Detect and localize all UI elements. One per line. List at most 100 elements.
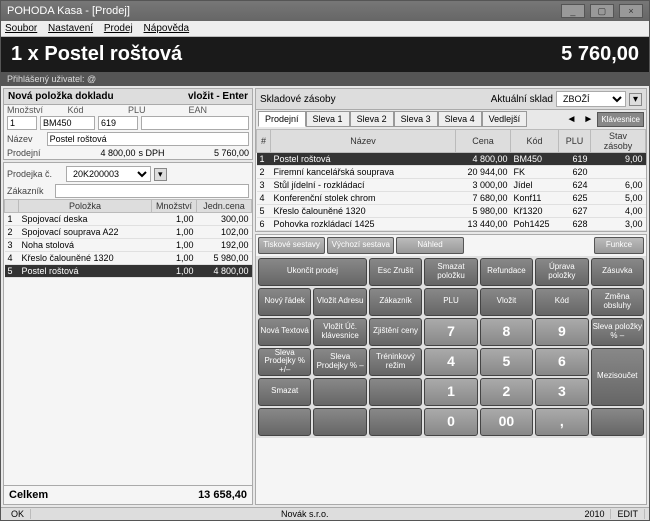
btn-blank5[interactable] bbox=[369, 408, 422, 436]
dropdown-icon[interactable]: ▾ bbox=[629, 93, 642, 106]
table-row[interactable]: 4Křeslo čalouněné 13201,005 980,00 bbox=[5, 252, 252, 265]
key-00[interactable]: 00 bbox=[480, 408, 533, 436]
btn-blank2[interactable] bbox=[369, 378, 422, 406]
input-zakaznik[interactable] bbox=[55, 184, 249, 198]
lbl-plu: PLU bbox=[128, 105, 189, 115]
btn-novy-radek[interactable]: Nový řádek bbox=[258, 288, 311, 316]
status-company: Novák s.r.o. bbox=[31, 509, 578, 519]
table-row[interactable]: 3Stůl jídelní - rozkládací3 000,00Jídel6… bbox=[257, 179, 646, 192]
btn-uprava-polozky[interactable]: Úprava položky bbox=[535, 258, 588, 286]
input-prodejka[interactable]: 20K200003 bbox=[66, 166, 151, 182]
table-row[interactable]: 2Spojovací souprava A221,00102,00 bbox=[5, 226, 252, 239]
input-nazev[interactable] bbox=[47, 132, 249, 146]
btn-blank1[interactable] bbox=[313, 378, 366, 406]
btn-sleva-prodejky-minus[interactable]: Sleva Prodejky % – bbox=[313, 348, 366, 376]
btn-treninkovy-rezim[interactable]: Tréninkový režim bbox=[369, 348, 422, 376]
btn-blank6[interactable] bbox=[591, 408, 644, 436]
menu-nastaveni[interactable]: Nastavení bbox=[48, 23, 93, 34]
col-plu-stock[interactable]: PLU bbox=[559, 130, 591, 153]
btn-mezisoucet[interactable]: Mezisoučet bbox=[591, 348, 644, 406]
nav-right-icon[interactable]: ► bbox=[580, 114, 596, 125]
table-row[interactable]: 1Postel roštová4 800,00BM4506199,00 bbox=[257, 153, 646, 166]
col-stav[interactable]: Stav zásoby bbox=[591, 130, 646, 153]
btn-vychozi-sestava[interactable]: Výchozí sestava bbox=[327, 237, 394, 254]
tab-vedlejší[interactable]: Vedlejší bbox=[482, 111, 528, 127]
minimize-button[interactable]: _ bbox=[561, 4, 585, 18]
key-comma[interactable]: , bbox=[535, 408, 588, 436]
col-mnozstvi[interactable]: Množství bbox=[152, 200, 197, 213]
val-total: 13 658,40 bbox=[198, 489, 247, 501]
btn-zakaznik[interactable]: Zákazník bbox=[369, 288, 422, 316]
keypad: Ukončit prodej Esc Zrušit Smazat položku… bbox=[256, 256, 646, 438]
close-button[interactable]: × bbox=[619, 4, 643, 18]
col-nazev[interactable]: Název bbox=[271, 130, 456, 153]
maximize-button[interactable]: ▢ bbox=[590, 4, 614, 18]
select-sklad[interactable]: ZBOŽÍ bbox=[556, 91, 626, 107]
receipt-lines-table: Položka Množství Jedn.cena 1Spojovací de… bbox=[4, 199, 252, 278]
tab-sleva-1[interactable]: Sleva 1 bbox=[306, 111, 350, 127]
tab-sleva-3[interactable]: Sleva 3 bbox=[394, 111, 438, 127]
btn-sleva-polozky[interactable]: Sleva položky % – bbox=[591, 318, 644, 346]
table-row[interactable]: 2Firemní kancelářská souprava20 944,00FK… bbox=[257, 166, 646, 179]
table-row[interactable]: 4Konferenční stolek chrom7 680,00Konf116… bbox=[257, 192, 646, 205]
btn-blank3[interactable] bbox=[258, 408, 311, 436]
btn-vlozit-klavesnice[interactable]: Vložit Úč. klávesnice bbox=[313, 318, 366, 346]
btn-smazat[interactable]: Smazat bbox=[258, 378, 311, 406]
new-item-panel: Nová položka dokladu vložit - Enter Množ… bbox=[3, 88, 253, 160]
btn-smazat-polozku[interactable]: Smazat položku bbox=[424, 258, 477, 286]
btn-sleva-prodejky-plus[interactable]: Sleva Prodejky % +/– bbox=[258, 348, 311, 376]
table-row[interactable]: 5Postel roštová1,004 800,00 bbox=[5, 265, 252, 278]
input-kod[interactable] bbox=[40, 116, 95, 130]
key-9[interactable]: 9 bbox=[535, 318, 588, 346]
key-2[interactable]: 2 bbox=[480, 378, 533, 406]
btn-nahled[interactable]: Náhled bbox=[396, 237, 463, 254]
btn-zmena-obsluhy[interactable]: Změna obsluhy bbox=[591, 288, 644, 316]
dropdown-icon[interactable]: ▾ bbox=[154, 168, 167, 181]
action-panel: Tiskové sestavy Výchozí sestava Náhled F… bbox=[255, 234, 647, 505]
btn-nova-textova[interactable]: Nová Textová bbox=[258, 318, 311, 346]
nav-left-icon[interactable]: ◄ bbox=[564, 114, 580, 125]
tab-prodejní[interactable]: Prodejní bbox=[258, 111, 306, 127]
key-7[interactable]: 7 bbox=[424, 318, 477, 346]
btn-plu[interactable]: PLU bbox=[424, 288, 477, 316]
key-8[interactable]: 8 bbox=[480, 318, 533, 346]
table-row[interactable]: 6Pohovka rozkládací 142513 440,00Poh1425… bbox=[257, 218, 646, 231]
btn-vlozit[interactable]: Vložit bbox=[480, 288, 533, 316]
key-5[interactable]: 5 bbox=[480, 348, 533, 376]
window-title: POHODA Kasa - [Prodej] bbox=[7, 5, 130, 17]
table-row[interactable]: 5Křeslo čalouněné 13205 980,00Kř13206274… bbox=[257, 205, 646, 218]
key-1[interactable]: 1 bbox=[424, 378, 477, 406]
btn-zasuvka[interactable]: Zásuvka bbox=[591, 258, 644, 286]
col-kod-stock[interactable]: Kód bbox=[511, 130, 559, 153]
tab-sleva-2[interactable]: Sleva 2 bbox=[350, 111, 394, 127]
key-6[interactable]: 6 bbox=[535, 348, 588, 376]
input-ean[interactable] bbox=[141, 116, 249, 130]
tab-sleva-4[interactable]: Sleva 4 bbox=[438, 111, 482, 127]
btn-tiskove-sestavy[interactable]: Tiskové sestavy bbox=[258, 237, 325, 254]
key-0[interactable]: 0 bbox=[424, 408, 477, 436]
btn-refundace[interactable]: Refundace bbox=[480, 258, 533, 286]
keyboard-button[interactable]: Klávesnice bbox=[597, 112, 644, 127]
btn-zjisteni-ceny[interactable]: Zjištění ceny bbox=[369, 318, 422, 346]
key-3[interactable]: 3 bbox=[535, 378, 588, 406]
btn-esc-zrusit[interactable]: Esc Zrušit bbox=[369, 258, 422, 286]
col-polozka[interactable]: Položka bbox=[19, 200, 152, 213]
btn-vlozit-adresu[interactable]: Vložit Adresu bbox=[313, 288, 366, 316]
col-cena[interactable]: Cena bbox=[456, 130, 511, 153]
btn-kod[interactable]: Kód bbox=[535, 288, 588, 316]
lbl-kod: Kód bbox=[68, 105, 129, 115]
menu-prodej[interactable]: Prodej bbox=[104, 23, 133, 34]
btn-ukoncit-prodej[interactable]: Ukončit prodej bbox=[258, 258, 367, 286]
val-sdph: 5 760,00 bbox=[168, 148, 250, 158]
menu-napoveda[interactable]: Nápověda bbox=[144, 23, 190, 34]
col-hash[interactable]: # bbox=[257, 130, 271, 153]
input-plu[interactable] bbox=[98, 116, 138, 130]
key-4[interactable]: 4 bbox=[424, 348, 477, 376]
btn-blank4[interactable] bbox=[313, 408, 366, 436]
col-jedncena[interactable]: Jedn.cena bbox=[197, 200, 252, 213]
table-row[interactable]: 1Spojovací deska1,00300,00 bbox=[5, 213, 252, 226]
btn-funkce[interactable]: Funkce bbox=[594, 237, 644, 254]
table-row[interactable]: 3Noha stolová1,00192,00 bbox=[5, 239, 252, 252]
menu-soubor[interactable]: Soubor bbox=[5, 23, 37, 34]
input-mnozstvi[interactable] bbox=[7, 116, 37, 130]
